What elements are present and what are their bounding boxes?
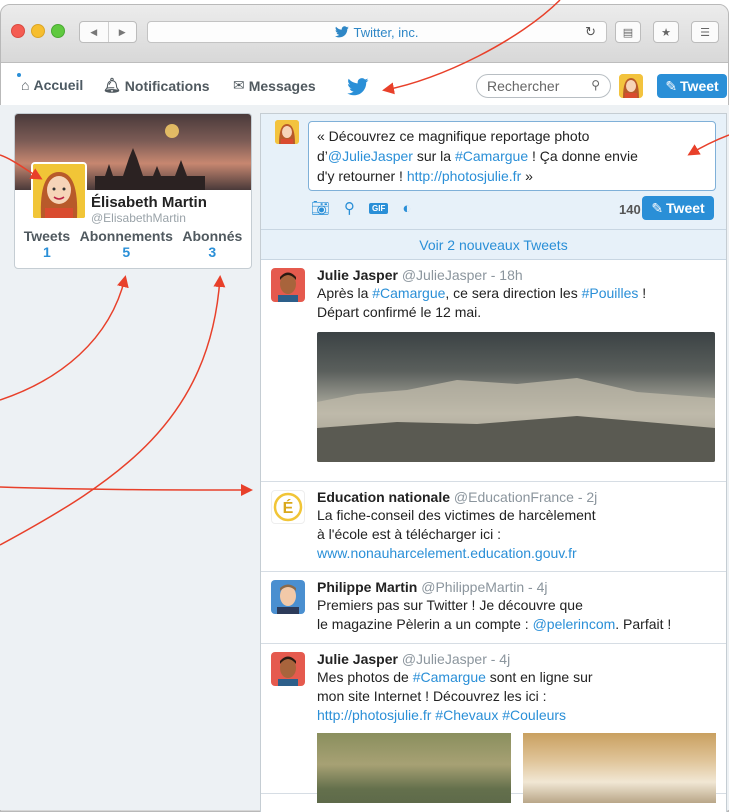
profile-avatar[interactable] (31, 162, 87, 220)
char-count: 140 (619, 202, 641, 217)
nav-home[interactable]: ⌂ Accueil (21, 77, 83, 93)
search-icon: ⚲ (591, 78, 600, 92)
nav-notifications[interactable]: 🔔︎ Notifications (103, 77, 210, 94)
reading-list-icon[interactable]: ☰ (691, 21, 719, 43)
bookmark-star-icon[interactable]: ★ (653, 21, 679, 43)
twitter-logo-icon[interactable] (347, 78, 369, 96)
gif-icon[interactable]: GIF (369, 202, 389, 214)
stat-tweets[interactable]: Tweets 1 (24, 228, 70, 260)
tweet-item[interactable]: Philippe Martin @PhilippeMartin - 4j Pre… (261, 572, 726, 644)
tweet-item[interactable]: É Education nationale @EducationFrance -… (261, 482, 726, 572)
location-pin-icon[interactable]: ⚲ (344, 199, 355, 217)
search-input[interactable]: Rechercher ⚲ (476, 74, 611, 98)
composer-avatar (275, 120, 299, 144)
close-window-button[interactable] (11, 24, 25, 38)
tweet-item[interactable]: Julie Jasper @JulieJasper - 4j Mes photo… (261, 644, 726, 803)
reload-icon[interactable]: ↻ (585, 24, 596, 40)
tweet-photo-gallery (317, 733, 716, 803)
stat-following[interactable]: Abonnements 5 (80, 228, 173, 260)
browser-titlebar: ◀ ▶ Twitter, inc. ↻ ▤ ★ ☰ (1, 5, 728, 63)
tweet-photo-flamingos[interactable] (317, 733, 511, 803)
user-avatar[interactable] (619, 74, 643, 98)
tweet-photo-horses[interactable] (522, 733, 716, 803)
tweet-avatar[interactable] (271, 652, 305, 686)
composer-textarea[interactable]: « Découvrez ce magnifique reportage phot… (308, 121, 716, 191)
address-text: Twitter, inc. (353, 24, 419, 40)
svg-text:É: É (283, 498, 294, 517)
tweet-link[interactable]: www.nonauharcelement.education.gouv.fr (317, 544, 716, 563)
address-bar[interactable]: Twitter, inc. ↻ (147, 21, 607, 43)
stat-followers[interactable]: Abonnés 3 (182, 228, 242, 260)
tweet-photo[interactable] (317, 332, 715, 462)
print-icon[interactable]: ▤ (615, 21, 641, 43)
zoom-window-button[interactable] (51, 24, 65, 38)
tweet-item[interactable]: Julie Jasper @JulieJasper - 18h Après la… (261, 260, 726, 482)
history-nav: ◀ ▶ (79, 21, 137, 43)
home-icon: ⌂ (21, 77, 30, 93)
profile-stats: Tweets 1 Abonnements 5 Abonnés 3 (15, 228, 251, 260)
forward-icon[interactable]: ▶ (107, 22, 137, 42)
compose-icon: ✎ (665, 77, 678, 94)
profile-name[interactable]: Élisabeth Martin (91, 194, 207, 211)
twitter-bird-icon (335, 26, 350, 38)
nav-tweet-button[interactable]: ✎ Tweet (657, 74, 727, 98)
nav-messages[interactable]: ✉ Messages (233, 77, 316, 94)
composer-tools: 📷︎ ⚲ GIF ◐ (311, 199, 411, 218)
back-icon[interactable]: ◀ (80, 22, 108, 42)
composer-tweet-button[interactable]: ✎ Tweet (642, 196, 714, 220)
tweet-avatar[interactable]: É (271, 490, 305, 524)
timeline: « Découvrez ce magnifique reportage phot… (260, 113, 727, 812)
bell-icon: 🔔︎ (103, 77, 121, 93)
tweet-composer: « Découvrez ce magnifique reportage phot… (261, 114, 726, 230)
profile-handle: @ElisabethMartin (91, 211, 186, 225)
poll-icon[interactable]: ◐ (402, 200, 411, 217)
minimize-window-button[interactable] (31, 24, 45, 38)
twitter-navbar: ⌂ Accueil 🔔︎ Notifications ✉ Messages Re… (1, 63, 728, 109)
envelope-icon: ✉ (233, 77, 245, 93)
profile-card: Élisabeth Martin @ElisabethMartin Tweets… (14, 113, 252, 269)
page-body: Élisabeth Martin @ElisabethMartin Tweets… (0, 105, 729, 812)
camera-icon[interactable]: 📷︎ (311, 199, 330, 217)
tweet-avatar[interactable] (271, 580, 305, 614)
tweet-avatar[interactable] (271, 268, 305, 302)
compose-icon: ✎ (651, 199, 664, 216)
new-tweets-banner[interactable]: Voir 2 nouveaux Tweets (261, 230, 726, 260)
